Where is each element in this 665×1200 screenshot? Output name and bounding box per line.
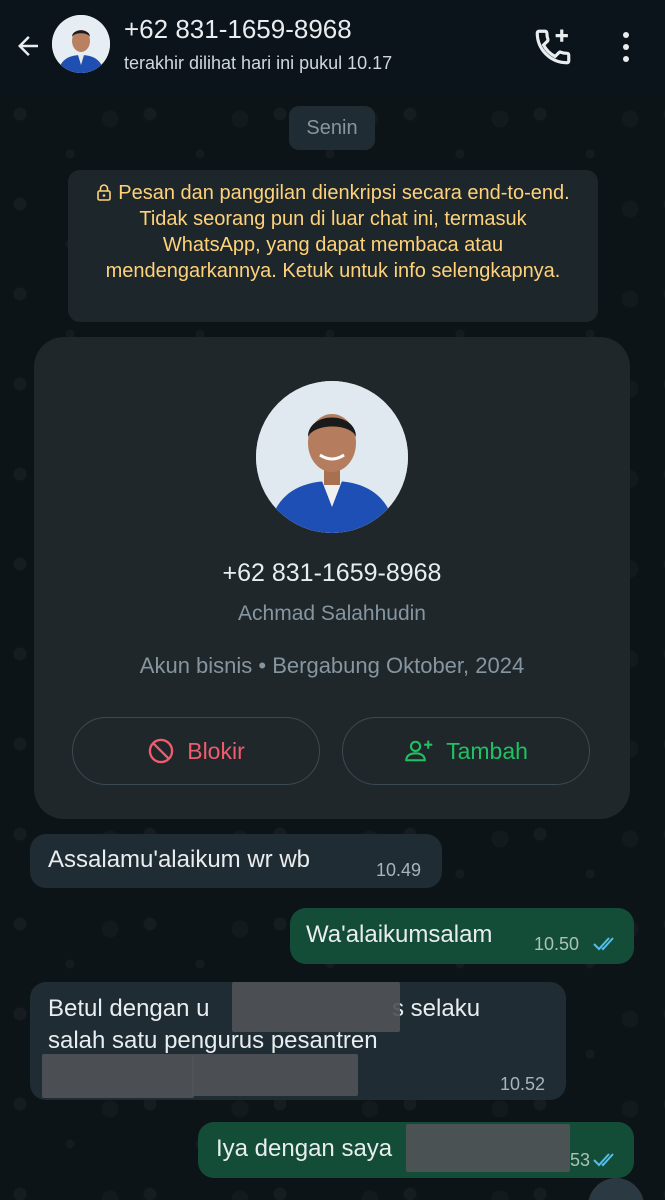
add-call-button[interactable] — [532, 26, 574, 68]
contact-title[interactable]: +62 831-1659-8968 — [124, 14, 352, 45]
block-button-label: Blokir — [187, 737, 245, 764]
block-icon — [148, 738, 174, 764]
redaction-block — [192, 1054, 358, 1096]
back-button[interactable] — [8, 26, 48, 66]
chat-header: +62 831-1659-8968 terakhir dilihat hari … — [0, 0, 665, 94]
message-text: Assalamu'alaikum wr wb — [48, 846, 310, 873]
encryption-notice-text: Pesan dan panggilan dienkripsi secara en… — [105, 182, 570, 282]
avatar[interactable] — [52, 15, 110, 73]
redaction-block — [232, 982, 400, 1032]
back-arrow-icon — [18, 36, 38, 56]
contact-profile-card: +62 831-1659-8968 Achmad Salahhudin Akun… — [34, 337, 630, 819]
profile-photo — [52, 15, 110, 73]
encryption-notice[interactable]: Pesan dan panggilan dienkripsi secara en… — [68, 170, 598, 322]
more-vert-icon — [623, 32, 629, 38]
profile-photo-large — [256, 381, 408, 533]
profile-meta: Akun bisnis • Bergabung Oktober, 2024 — [139, 653, 525, 678]
redaction-block — [42, 1054, 194, 1098]
more-options-button[interactable] — [606, 26, 646, 68]
profile-phone: +62 831-1659-8968 — [222, 559, 442, 587]
redaction-block — [406, 1124, 570, 1172]
message-bubble-outgoing[interactable]: Iya dengan saya 53 — [198, 1122, 634, 1178]
lock-icon — [97, 184, 112, 201]
message-text-line1: Betul dengan u — [48, 995, 210, 1022]
date-chip: Senin — [289, 106, 375, 150]
message-time: 10.52 — [500, 1074, 546, 1094]
profile-name: Achmad Salahhudin — [238, 602, 426, 625]
message-text-line1-end: s selaku — [392, 995, 481, 1022]
message-bubble-incoming[interactable]: Betul dengan u s selaku salah satu pengu… — [30, 982, 566, 1100]
double-tick-icon — [593, 937, 614, 951]
message-bubble-outgoing[interactable]: Wa'alaikumsalam 10.50 — [290, 908, 634, 964]
add-contact-button[interactable]: Tambah — [342, 717, 590, 785]
profile-avatar-large[interactable] — [256, 381, 408, 533]
last-seen-status: terakhir dilihat hari ini pukul 10.17 — [124, 53, 393, 73]
message-time: 10.49 — [376, 860, 422, 880]
add-person-icon — [405, 740, 433, 762]
message-text: Wa'alaikumsalam — [306, 921, 493, 948]
message-time: 10.50 — [534, 934, 580, 954]
double-tick-icon — [593, 1153, 614, 1167]
message-bubble-incoming[interactable]: Assalamu'alaikum wr wb 10.49 — [30, 834, 442, 888]
message-time: 53 — [570, 1150, 591, 1170]
block-button[interactable]: Blokir — [72, 717, 320, 785]
add-call-icon — [535, 29, 571, 65]
message-text: Iya dengan saya — [216, 1135, 393, 1162]
add-contact-button-label: Tambah — [446, 737, 528, 764]
